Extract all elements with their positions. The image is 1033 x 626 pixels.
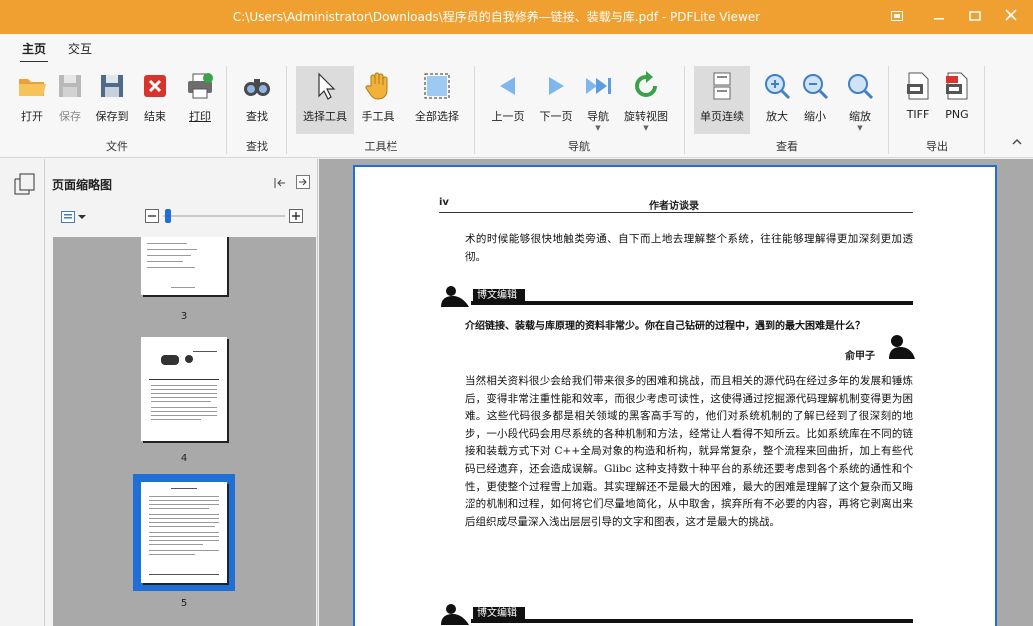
thumbnail-page[interactable] — [141, 337, 227, 441]
close-window-button[interactable] — [994, 0, 1028, 34]
thumbnail-number: 3 — [180, 311, 188, 322]
select-all-button[interactable]: 全部选择 — [410, 66, 464, 134]
ribbon-separator — [474, 66, 475, 154]
zoom-in-button[interactable]: 放大 — [760, 66, 794, 134]
single-continuous-button[interactable]: 单页连续 — [694, 66, 750, 134]
author-silhouette-icon — [889, 335, 915, 359]
group-label-file: 文件 — [106, 140, 128, 153]
hand-icon — [365, 72, 388, 100]
rotate-view-dropdown[interactable]: 旋转视图 ▼ — [620, 66, 672, 134]
page-number: iv — [439, 197, 449, 208]
thumbnail-sidebar: 页面缩略图 3 4 5 — [0, 159, 318, 626]
reader-silhouette-icon — [441, 286, 469, 307]
hand-tool-button[interactable]: 手工具 — [356, 66, 400, 134]
close-document-button[interactable]: 结束 — [136, 66, 174, 134]
save-button[interactable]: 保存 — [52, 66, 88, 134]
ribbon: 打开 保存 保存到 结束 打印 文件 查找 查找 选择工具 手工具 全部选择 工… — [0, 62, 1033, 158]
group-label-export: 导出 — [926, 140, 948, 153]
page-thumbnails-icon[interactable] — [14, 173, 36, 198]
slider-thumb[interactable] — [165, 209, 171, 223]
export-png-button[interactable]: PNG — [938, 66, 976, 134]
rotate-icon — [635, 71, 657, 97]
ribbon-separator — [888, 66, 889, 154]
export-tiff-button[interactable]: TIFF — [898, 66, 938, 134]
select-all-icon — [424, 73, 450, 99]
section-label: 博文编辑 — [473, 289, 525, 303]
window-title: C:\Users\Administrator\Downloads\程序员的自我修… — [232, 10, 761, 24]
cursor-arrow-icon — [318, 72, 336, 100]
zoom-out-icon — [803, 74, 829, 100]
restore-layout-icon[interactable] — [880, 0, 914, 34]
prev-page-button[interactable]: 上一页 — [486, 66, 530, 134]
thumbnail-number: 4 — [180, 453, 188, 464]
ribbon-tab-bar: 主页 交互 — [0, 34, 1033, 63]
open-button[interactable]: 打开 — [12, 66, 52, 134]
ribbon-separator — [226, 66, 227, 154]
chevron-down-icon: ▼ — [643, 124, 649, 132]
thumbnail-page[interactable] — [141, 237, 227, 295]
tiff-file-icon — [907, 72, 929, 100]
collapse-ribbon-icon[interactable] — [1012, 138, 1022, 149]
thumbnail-size-slider[interactable] — [163, 209, 285, 223]
next-page-button[interactable]: 下一页 — [534, 66, 578, 134]
expand-right-icon[interactable] — [296, 175, 310, 192]
section-label: 博文编辑 — [473, 607, 525, 621]
thumbnail-page-selected[interactable] — [141, 482, 227, 583]
save-as-icon — [101, 75, 123, 97]
tab-interact[interactable]: 交互 — [68, 40, 92, 57]
chevron-down-icon: ▼ — [595, 124, 601, 132]
ribbon-separator — [984, 66, 985, 154]
reader-silhouette-icon — [441, 604, 469, 625]
printer-icon — [188, 73, 213, 99]
collapse-left-icon[interactable] — [273, 176, 287, 193]
arrow-right-icon — [549, 77, 564, 95]
magnifier-icon — [848, 74, 874, 100]
fast-forward-icon — [586, 78, 611, 94]
zoom-in-thumbnails-button[interactable] — [289, 209, 303, 226]
zoom-out-thumbnails-button[interactable] — [145, 209, 159, 226]
chevron-down-icon: ▼ — [857, 124, 863, 132]
paragraph: 术的时候能够很快地触类旁通、自下而上地去理解整个系统，往往能够理解得更加深刻更加… — [465, 233, 913, 263]
paragraph: 当然相关资料很少会给我们带来很多的困难和挑战，而且相关的源代码在经过多年的发展和… — [465, 375, 913, 528]
maximize-button[interactable] — [958, 0, 992, 34]
arrow-left-icon — [500, 77, 515, 95]
running-head: 作者访谈录 — [649, 201, 699, 212]
pdf-page[interactable]: iv 作者访谈录 术的时候能够很快地触类旁通、自下而上地去理解整个系统，往往能够… — [353, 165, 997, 626]
title-bar: C:\Users\Administrator\Downloads\程序员的自我修… — [0, 0, 1033, 34]
save-to-button[interactable]: 保存到 — [90, 66, 134, 134]
document-view[interactable]: iv 作者访谈录 术的时候能够很快地触类旁通、自下而上地去理解整个系统，往往能够… — [319, 159, 1033, 626]
single-page-continuous-icon — [713, 72, 731, 100]
group-label-view: 查看 — [776, 140, 798, 153]
navigate-dropdown[interactable]: 导航 ▼ — [580, 66, 616, 134]
print-button[interactable]: 打印 — [180, 66, 220, 134]
ribbon-separator — [286, 66, 287, 154]
minimize-button[interactable] — [922, 0, 956, 34]
group-label-find: 查找 — [246, 140, 268, 153]
group-label-navigation: 导航 — [568, 140, 590, 153]
zoom-out-button[interactable]: 缩小 — [798, 66, 832, 134]
png-file-icon — [946, 72, 968, 100]
sidebar-rail — [0, 159, 45, 626]
select-tool-button[interactable]: 选择工具 — [296, 66, 354, 134]
thumbnail-view-options-icon[interactable] — [61, 211, 87, 226]
find-button[interactable]: 查找 — [236, 66, 278, 134]
group-label-toolbar: 工具栏 — [364, 140, 398, 153]
ribbon-separator — [684, 66, 685, 154]
tab-home[interactable]: 主页 — [19, 40, 49, 63]
sidebar-title: 页面缩略图 — [52, 178, 113, 192]
interview-question: 介绍链接、装载与库原理的资料非常少。你在自己钻研的过程中，遇到的最大困难是什么？ — [465, 321, 865, 332]
binoculars-icon — [244, 79, 270, 96]
folder-open-icon — [19, 79, 46, 96]
close-x-icon — [144, 75, 166, 97]
author-name: 俞甲子 — [845, 351, 875, 362]
thumbnail-list[interactable]: 3 4 5 — [53, 237, 316, 626]
thumbnail-number: 5 — [180, 598, 188, 609]
zoom-in-icon — [765, 74, 791, 100]
page-header: iv 作者访谈录 — [439, 197, 913, 213]
section-heading: 博文编辑 — [439, 603, 913, 625]
section-heading: 博文编辑 — [439, 285, 913, 307]
floppy-disk-icon — [59, 75, 81, 97]
zoom-dropdown[interactable]: 缩放 ▼ — [842, 66, 878, 134]
